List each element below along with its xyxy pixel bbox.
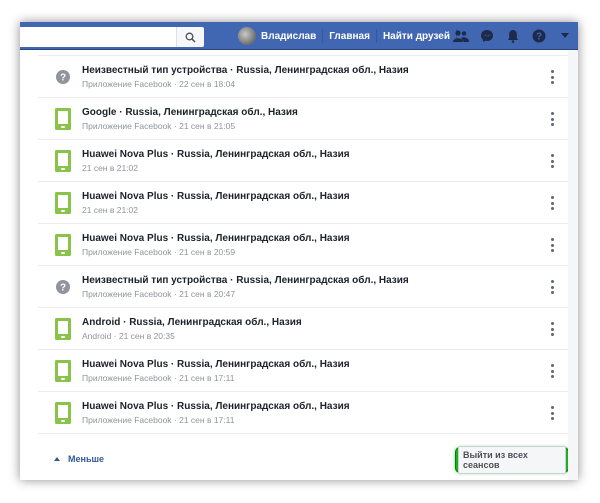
session-row: Android · Russia, Ленинградская обл., На… (38, 308, 568, 350)
session-title: Неизвестный тип устройства · Russia, Лен… (82, 275, 409, 286)
unknown-device-icon: ? (54, 276, 72, 298)
more-options-icon[interactable] (550, 364, 554, 378)
session-title: Android · Russia, Ленинградская обл., На… (82, 317, 302, 328)
collapse-arrow-icon (54, 457, 60, 461)
session-row: Huawei Nova Plus · Russia, Ленинградская… (38, 350, 568, 392)
search-button[interactable] (176, 27, 204, 47)
nav-divider (375, 29, 377, 43)
screenshot-frame: Владислав Главная Найти друзей ? ? Неизв… (0, 0, 600, 503)
main-content: ? Неизвестный тип устройства · Russia, Ле… (20, 50, 578, 480)
svg-text:?: ? (60, 283, 66, 294)
messenger-icon[interactable] (474, 22, 500, 50)
avatar[interactable] (238, 27, 256, 45)
session-row: Google · Russia, Ленинградская обл., Наз… (38, 98, 568, 140)
session-details: Приложение Facebook · 21 сен в 21:05 (82, 121, 236, 131)
session-title: Huawei Nova Plus · Russia, Ленинградская… (82, 233, 350, 244)
dropdown-icon[interactable] (552, 22, 578, 50)
session-title: Huawei Nova Plus · Russia, Ленинградская… (82, 401, 350, 412)
find-friends-link[interactable]: Найти друзей (383, 31, 450, 42)
sessions-footer: Меньше Выйти из всех сеансов (38, 444, 568, 480)
phone-icon (54, 402, 72, 424)
unknown-device-icon: ? (54, 66, 72, 88)
svg-text:?: ? (60, 73, 66, 84)
nav-divider (322, 29, 324, 43)
session-title: Huawei Nova Plus · Russia, Ленинградская… (82, 191, 350, 202)
phone-icon (54, 150, 72, 172)
more-options-icon[interactable] (550, 238, 554, 252)
session-title: Huawei Nova Plus · Russia, Ленинградская… (82, 359, 350, 370)
sessions-panel: ? Неизвестный тип устройства · Russia, Ле… (38, 50, 568, 480)
more-options-icon[interactable] (550, 406, 554, 420)
session-details: Android · 21 сен в 20:35 (82, 331, 175, 341)
header-icons: ? (448, 22, 578, 50)
browser-window: Владислав Главная Найти друзей ? ? Неизв… (20, 22, 578, 480)
friend-requests-icon[interactable] (448, 22, 474, 50)
search-icon (185, 32, 196, 43)
phone-icon (54, 360, 72, 382)
home-link[interactable]: Главная (329, 31, 370, 42)
session-details: Приложение Facebook · 22 сен в 18:04 (82, 79, 236, 89)
logout-all-sessions-highlight: Выйти из всех сеансов (456, 446, 568, 474)
show-less-label: Меньше (68, 454, 104, 464)
show-less-link[interactable]: Меньше (54, 454, 104, 464)
more-options-icon[interactable] (550, 112, 554, 126)
help-icon[interactable]: ? (526, 22, 552, 50)
session-row: Huawei Nova Plus · Russia, Ленинградская… (38, 392, 568, 434)
phone-icon (54, 234, 72, 256)
session-title: Google · Russia, Ленинградская обл., Наз… (82, 107, 298, 118)
scrollbar[interactable] (568, 50, 578, 480)
session-row: ? Неизвестный тип устройства · Russia, Ле… (38, 56, 568, 98)
more-options-icon[interactable] (550, 196, 554, 210)
more-options-icon[interactable] (550, 322, 554, 336)
session-details: 21 сен в 21:02 (82, 205, 138, 215)
session-details: 21 сен в 21:02 (82, 163, 138, 173)
more-options-icon[interactable] (550, 154, 554, 168)
top-navigation-bar: Владислав Главная Найти друзей ? (20, 22, 578, 50)
session-row: Huawei Nova Plus · Russia, Ленинградская… (38, 182, 568, 224)
more-options-icon[interactable] (550, 280, 554, 294)
phone-icon (54, 318, 72, 340)
session-details: Приложение Facebook · 21 сен в 17:11 (82, 415, 235, 425)
session-details: Приложение Facebook · 21 сен в 20:59 (82, 247, 236, 257)
session-details: Приложение Facebook · 21 сен в 17:11 (82, 373, 235, 383)
main-nav: Владислав Главная Найти друзей (238, 22, 463, 50)
session-row: Huawei Nova Plus · Russia, Ленинградская… (38, 140, 568, 182)
session-title: Неизвестный тип устройства · Russia, Лен… (82, 65, 409, 76)
session-row: ? Неизвестный тип устройства · Russia, Ле… (38, 266, 568, 308)
phone-icon (54, 108, 72, 130)
phone-icon (54, 192, 72, 214)
session-details: Приложение Facebook · 21 сен в 20:47 (82, 289, 236, 299)
session-title: Huawei Nova Plus · Russia, Ленинградская… (82, 149, 350, 160)
svg-text:?: ? (536, 32, 542, 43)
session-row: Huawei Nova Plus · Russia, Ленинградская… (38, 224, 568, 266)
profile-link[interactable]: Владислав (261, 31, 316, 42)
logout-all-sessions-button[interactable]: Выйти из всех сеансов (458, 446, 566, 474)
notifications-icon[interactable] (500, 22, 526, 50)
more-options-icon[interactable] (550, 70, 554, 84)
